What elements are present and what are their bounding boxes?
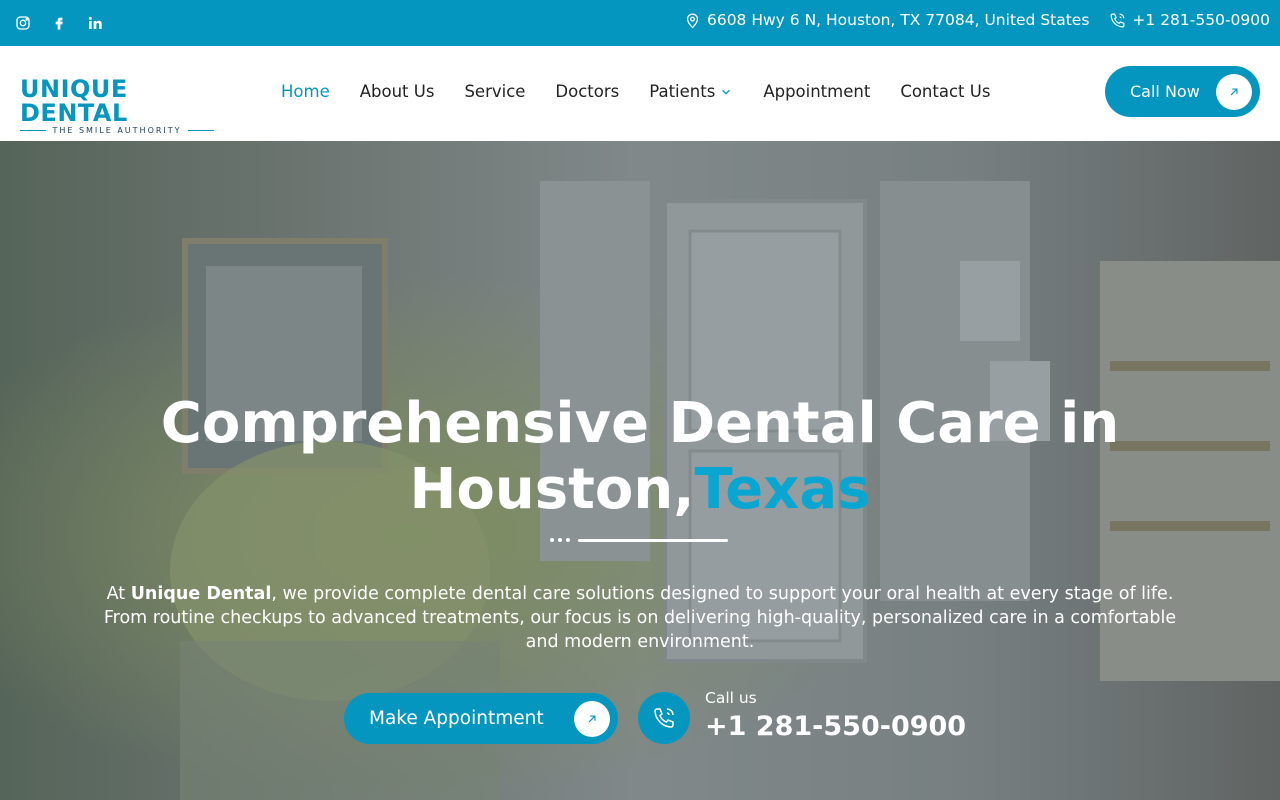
logo-tagline-row: THE SMILE AUTHORITY — [20, 126, 214, 135]
make-appointment-label: Make Appointment — [369, 708, 544, 729]
nav-item-home[interactable]: Home — [281, 82, 330, 101]
nav-label: Appointment — [763, 82, 871, 101]
hero-title-line2: Houston, — [409, 457, 695, 522]
logo[interactable]: UNIQUE DENTAL THE SMILE AUTHORITY — [20, 77, 214, 135]
nav-item-patients[interactable]: Patients — [649, 82, 733, 101]
call-us-phone-button[interactable] — [638, 692, 690, 744]
nav-item-appointment[interactable]: Appointment — [763, 82, 870, 101]
hero-section: Comprehensive Dental Care in Houston,Tex… — [0, 141, 1280, 800]
instagram-icon[interactable] — [14, 12, 32, 34]
divider-bar — [578, 538, 728, 542]
phone-text: +1 281-550-0900 — [1132, 11, 1270, 29]
arrow-up-right-icon — [574, 700, 610, 737]
hero-description: At Unique Dental, we provide complete de… — [90, 582, 1190, 654]
address-text: 6608 Hwy 6 N, Houston, TX 77084, United … — [706, 11, 1090, 29]
nav-item-doctors[interactable]: Doctors — [555, 82, 619, 101]
main-nav: Home About Us Service Doctors Patients A… — [281, 82, 990, 101]
make-appointment-button[interactable]: Make Appointment — [344, 693, 618, 744]
nav-label: Patients — [649, 82, 716, 101]
nav-label: Home — [281, 82, 330, 101]
nav-item-contact-us[interactable]: Contact Us — [900, 82, 990, 101]
hero-title: Comprehensive Dental Care in Houston,Tex… — [0, 391, 1280, 523]
chevron-down-icon — [722, 89, 731, 95]
hero-text-prefix: At — [106, 584, 131, 604]
location-pin-icon — [686, 13, 699, 28]
nav-label: Service — [464, 82, 526, 101]
nav-label: About Us — [359, 82, 435, 101]
call-now-button[interactable]: Call Now — [1105, 66, 1260, 117]
linkedin-icon[interactable] — [86, 12, 104, 34]
call-us-number[interactable]: +1 281-550-0900 — [705, 711, 966, 742]
phone-item[interactable]: +1 281-550-0900 — [1109, 11, 1270, 29]
divider-dot — [558, 538, 562, 542]
logo-tagline: THE SMILE AUTHORITY — [52, 126, 182, 135]
address-item[interactable]: 6608 Hwy 6 N, Houston, TX 77084, United … — [684, 11, 1089, 29]
logo-rule-left — [20, 130, 47, 131]
hero-title-line1: Comprehensive Dental Care in — [160, 391, 1120, 456]
divider-dot — [566, 538, 570, 542]
arrow-up-right-icon — [1216, 73, 1252, 110]
call-now-label: Call Now — [1130, 82, 1200, 101]
call-us-label: Call us — [705, 689, 757, 707]
facebook-icon[interactable] — [50, 12, 68, 34]
nav-label: Doctors — [555, 82, 620, 101]
phone-icon — [654, 708, 674, 728]
phone-icon — [1110, 13, 1125, 27]
nav-item-about-us[interactable]: About Us — [360, 82, 435, 101]
hero-text-brand: Unique Dental — [130, 584, 272, 604]
divider-dot — [550, 538, 554, 542]
nav-item-service[interactable]: Service — [464, 82, 525, 101]
logo-rule-right — [187, 130, 214, 131]
hero-title-accent: Texas — [694, 457, 871, 522]
social-links — [14, 12, 104, 34]
logo-wordmark: UNIQUE DENTAL — [20, 75, 128, 127]
top-bar: 6608 Hwy 6 N, Houston, TX 77084, United … — [0, 0, 1280, 46]
top-contact-info: 6608 Hwy 6 N, Houston, TX 77084, United … — [684, 11, 1270, 29]
main-header: UNIQUE DENTAL THE SMILE AUTHORITY Home A… — [0, 46, 1280, 141]
nav-label: Contact Us — [900, 82, 991, 101]
title-divider — [550, 538, 728, 542]
